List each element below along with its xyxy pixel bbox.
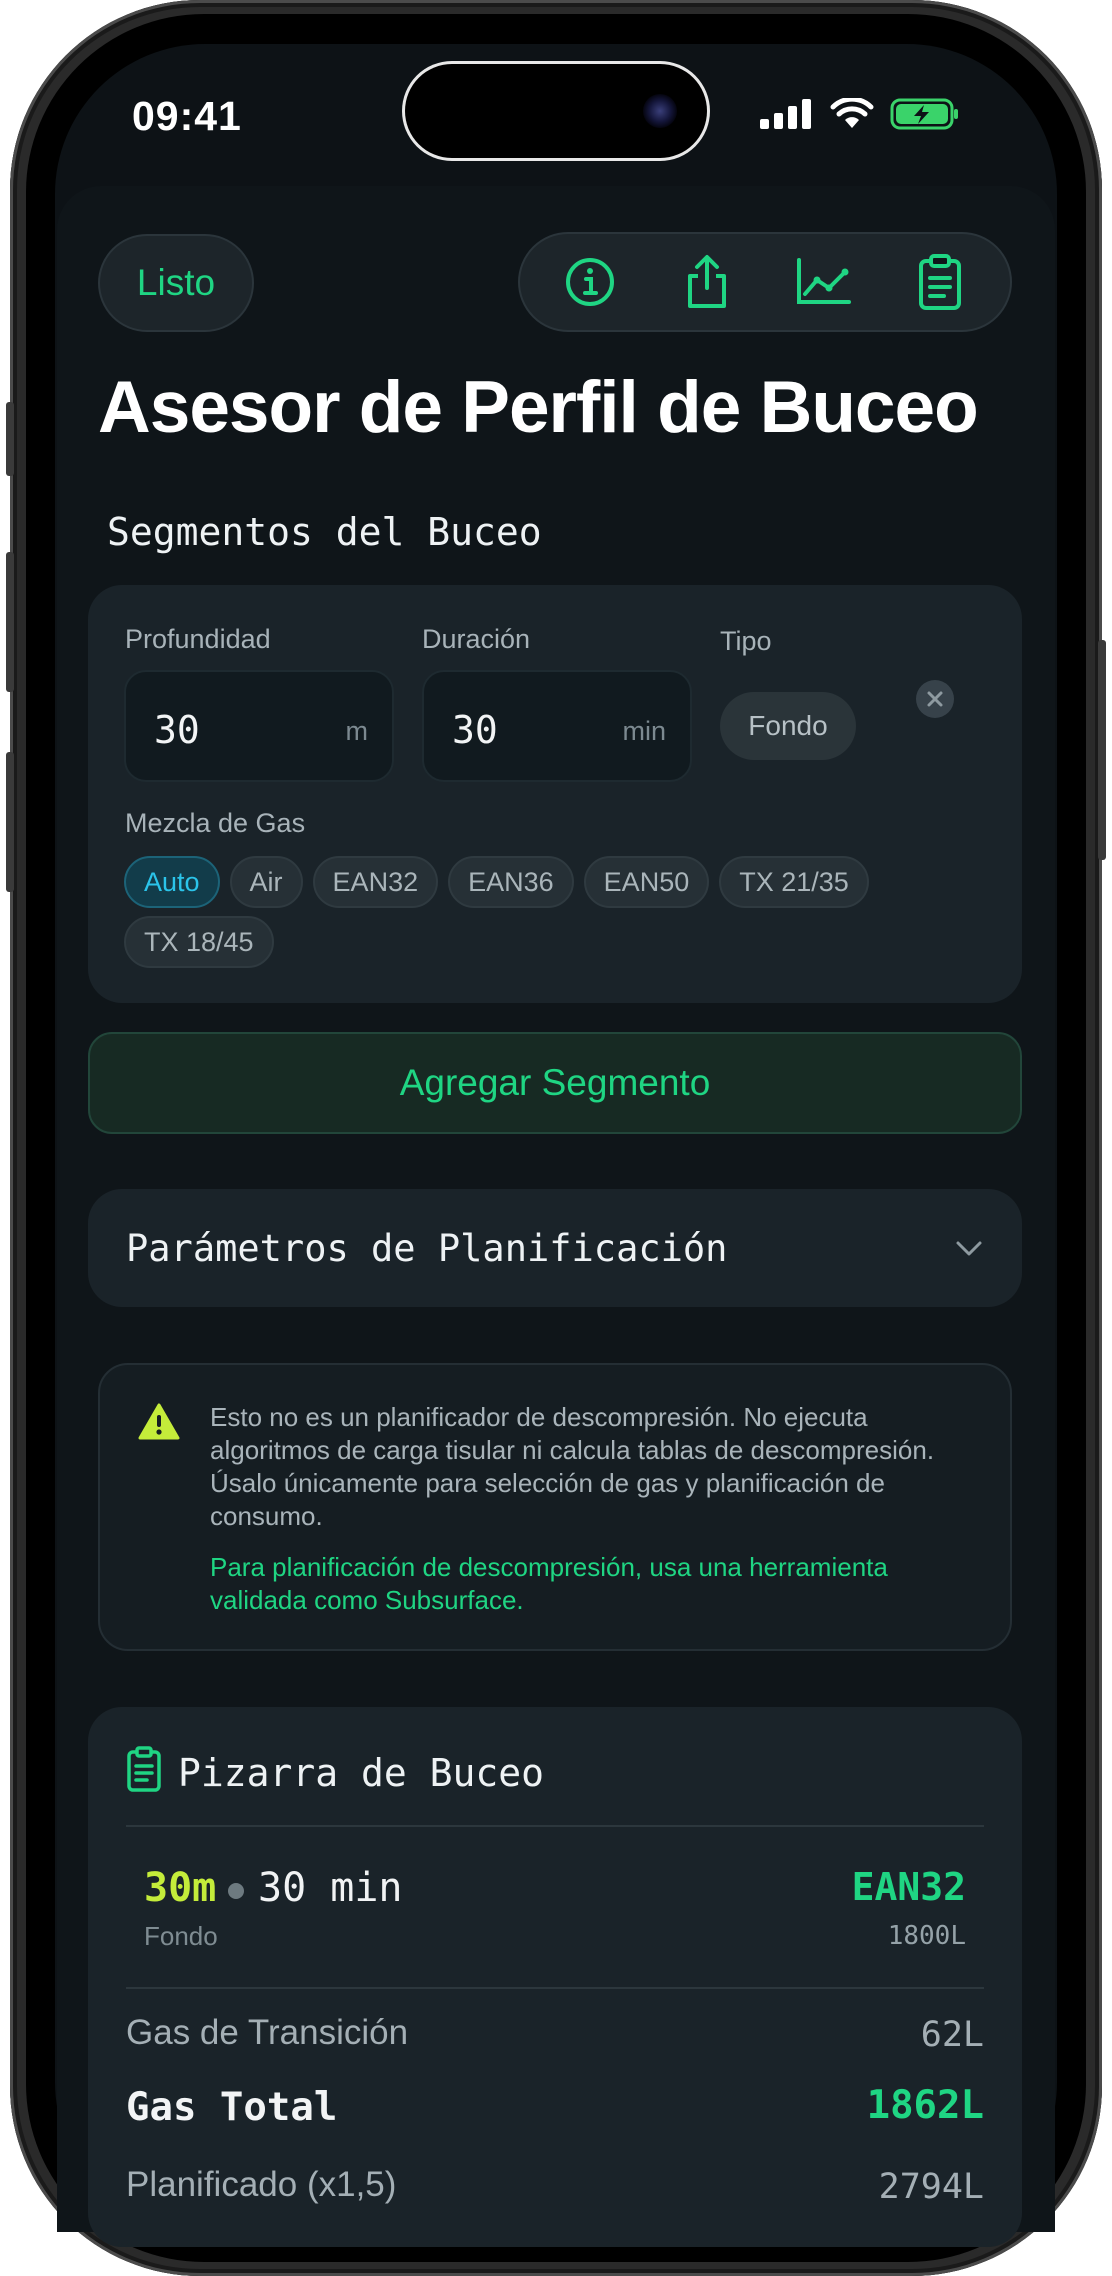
duration-label: Duración — [422, 624, 531, 654]
slate-segment-duration: 30 min — [258, 1865, 403, 1911]
side-button-volume-up — [6, 552, 14, 692]
depth-unit: m — [345, 716, 369, 746]
status-icons — [760, 98, 960, 130]
slate-button[interactable] — [900, 242, 980, 322]
duration-value: 30 — [452, 708, 498, 752]
page-title: Asesor de Perfil de Buceo — [98, 367, 979, 448]
chart-icon — [797, 258, 852, 304]
camera-icon — [643, 94, 677, 128]
segments-heading: Segmentos del Buceo — [107, 510, 542, 554]
type-label: Tipo — [720, 626, 772, 656]
slate-segment-depth: 30m — [144, 1865, 217, 1911]
planning-parameters-toggle[interactable]: Parámetros de Planificación — [88, 1189, 1022, 1307]
gas-option-ean50[interactable]: EAN50 — [583, 856, 710, 908]
share-button[interactable] — [667, 242, 747, 322]
clipboard-icon — [918, 254, 961, 310]
depth-value: 30 — [154, 708, 200, 752]
dive-slate-card: Pizarra de Buceo 30m 30 min Fondo EAN32 … — [88, 1707, 1022, 2247]
gas-option-ean32[interactable]: EAN32 — [312, 856, 439, 908]
add-segment-button[interactable]: Agregar Segmento — [88, 1032, 1022, 1134]
signal-icon — [760, 99, 811, 129]
divider — [126, 1825, 984, 1827]
side-button-power — [1098, 640, 1106, 860]
info-icon — [566, 258, 615, 306]
share-icon — [687, 255, 726, 308]
disclaimer-text: Esto no es un planificador de descompres… — [210, 1402, 935, 1531]
toolbar — [518, 232, 1012, 332]
planned-gas-label: Planificado (x1,5) — [126, 2165, 397, 2204]
disclaimer-box: Esto no es un planificador de descompres… — [98, 1363, 1012, 1651]
transition-gas-label: Gas de Transición — [126, 2013, 409, 2052]
side-button-volume-down — [6, 752, 14, 892]
slate-title: Pizarra de Buceo — [178, 1751, 545, 1795]
gas-option-air[interactable]: Air — [229, 856, 303, 908]
gas-option-tx-21-35[interactable]: TX 21/35 — [719, 856, 869, 908]
clipboard-icon — [127, 1746, 161, 1792]
slate-segment-volume: 1800L — [887, 1921, 966, 1951]
gas-option-ean36[interactable]: EAN36 — [448, 856, 574, 908]
transition-gas-value: 62L — [920, 2015, 984, 2055]
remove-segment-button[interactable] — [916, 680, 954, 718]
total-gas-value: 1862L — [866, 2083, 984, 2128]
total-gas-label: Gas Total — [126, 2085, 338, 2130]
divider — [126, 1987, 984, 1989]
info-button[interactable] — [550, 242, 630, 322]
duration-unit: min — [622, 716, 666, 746]
chart-button[interactable] — [783, 242, 863, 322]
gas-mix-label: Mezcla de Gas — [125, 808, 306, 838]
depth-field[interactable]: 30 m — [124, 670, 394, 782]
battery-icon — [890, 98, 958, 130]
warning-icon — [138, 1403, 180, 1440]
gas-options-row-1: Auto Air EAN32 EAN36 EAN50 TX 21/35 — [124, 856, 869, 908]
planning-parameters-label: Parámetros de Planificación — [126, 1227, 728, 1270]
status-time: 09:41 — [132, 93, 242, 139]
done-button[interactable]: Listo — [98, 234, 254, 332]
gas-option-tx-18-45[interactable]: TX 18/45 — [124, 916, 274, 968]
chevron-down-icon — [956, 1241, 982, 1256]
slate-segment-gas: EAN32 — [851, 1865, 966, 1909]
side-button-action — [6, 402, 14, 476]
dynamic-island — [405, 64, 707, 158]
planned-gas-value: 2794L — [878, 2167, 984, 2207]
segment-type-picker[interactable]: Fondo — [720, 692, 856, 760]
slate-segment-type: Fondo — [144, 1921, 218, 1951]
gas-options-row-2: TX 18/45 — [124, 916, 274, 968]
depth-label: Profundidad — [125, 624, 271, 654]
duration-field[interactable]: 30 min — [422, 670, 692, 782]
wifi-icon — [830, 98, 874, 128]
disclaimer-link[interactable]: Para planificación de descompresión, usa… — [210, 1551, 980, 1617]
screen-mask-bottom — [0, 2232, 1112, 2276]
close-icon — [927, 691, 943, 707]
separator-dot — [228, 1883, 244, 1899]
gas-option-auto[interactable]: Auto — [124, 856, 220, 908]
